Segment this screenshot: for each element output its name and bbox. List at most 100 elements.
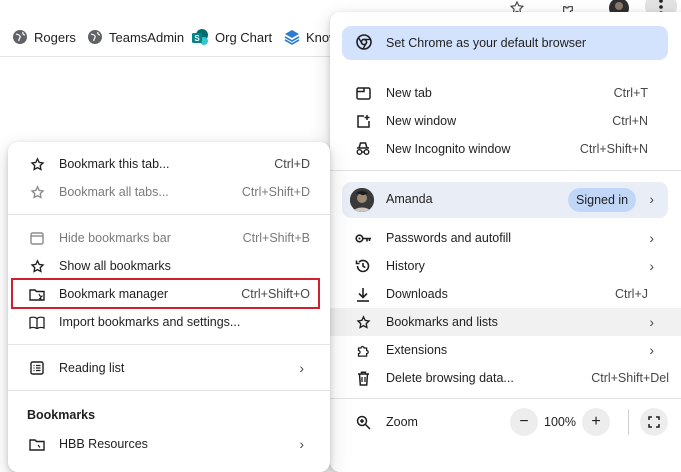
chevron-right-icon: › — [649, 230, 654, 246]
menu-item-delete-browsing-data[interactable]: Delete browsing data... Ctrl+Shift+Del — [330, 364, 681, 392]
menu-item-reading-list[interactable]: Reading list › — [8, 354, 330, 382]
download-icon — [354, 285, 372, 303]
menu-item-bookmark-manager[interactable]: Bookmark manager Ctrl+Shift+O — [8, 280, 330, 308]
menu-item-label: Hide bookmarks bar — [59, 231, 171, 245]
bookmarks-section-heading: Bookmarks — [27, 408, 96, 422]
menu-item-downloads[interactable]: Downloads Ctrl+J — [330, 280, 681, 308]
menu-item-label: Bookmark manager — [59, 287, 169, 301]
chrome-icon — [356, 33, 372, 53]
shortcut-text: Ctrl+Shift+Del — [591, 371, 669, 385]
avatar — [350, 188, 374, 212]
bookmark-label: Org Chart — [215, 29, 273, 45]
menu-item-hide-bookmarks-bar[interactable]: Hide bookmarks bar Ctrl+Shift+B — [8, 224, 330, 252]
shortcut-text: Ctrl+T — [613, 86, 648, 100]
shortcut-text: Ctrl+J — [615, 287, 648, 301]
bookmark-label: TeamsAdmin — [109, 29, 185, 45]
puzzle-icon — [354, 341, 372, 359]
star-outline-icon — [28, 183, 46, 201]
menu-item-import-bookmarks[interactable]: Import bookmarks and settings... — [8, 308, 330, 336]
menu-divider — [8, 214, 330, 215]
zoom-controls: − 100% + — [510, 408, 610, 436]
svg-text:S: S — [194, 34, 200, 43]
shortcut-text: Ctrl+Shift+D — [241, 185, 310, 199]
bookmark-rogers[interactable]: Rogers — [12, 22, 76, 52]
menu-item-label: Bookmarks and lists — [386, 315, 498, 329]
globe-icon — [88, 30, 102, 44]
shortcut-text: Ctrl+Shift+N — [579, 142, 648, 156]
zoom-icon — [354, 413, 372, 431]
signed-in-badge: Signed in — [568, 188, 637, 212]
menu-item-label: HBB Resources — [59, 437, 148, 451]
menu-item-label: Passwords and autofill — [386, 231, 512, 245]
menu-divider — [330, 170, 681, 171]
menu-divider — [8, 344, 330, 345]
menu-item-history[interactable]: History › — [330, 252, 681, 280]
profile-name: Amanda — [386, 192, 433, 206]
menu-item-new-tab[interactable]: New tab Ctrl+T — [330, 79, 681, 107]
menu-divider — [8, 390, 330, 391]
menu-item-label: History — [386, 259, 425, 273]
shortcut-text: Ctrl+D — [274, 157, 310, 171]
menu-item-label: New tab — [386, 86, 432, 100]
sharepoint-icon: S — [192, 28, 208, 45]
bookmark-teamsadmin[interactable]: TeamsAdmin — [87, 22, 184, 52]
menu-item-label: Bookmark this tab... — [59, 157, 170, 171]
fullscreen-button[interactable] — [640, 408, 668, 436]
bookmarks-bar-icon — [28, 229, 46, 247]
menu-divider — [330, 398, 681, 399]
stack-icon — [284, 30, 300, 45]
new-window-icon — [354, 112, 372, 130]
fullscreen-icon — [648, 416, 660, 428]
menu-item-folder-hbb-resources[interactable]: HBB Resources › — [8, 430, 330, 458]
zoom-value: 100% — [544, 415, 576, 429]
menu-item-passwords[interactable]: Passwords and autofill › — [330, 224, 681, 252]
chevron-right-icon: › — [649, 314, 654, 330]
menu-item-label: Bookmark all tabs... — [59, 185, 169, 199]
menu-item-label: Downloads — [386, 287, 448, 301]
menu-item-show-all-bookmarks[interactable]: Show all bookmarks — [8, 252, 330, 280]
menu-item-new-window[interactable]: New window Ctrl+N — [330, 107, 681, 135]
shortcut-text: Ctrl+Shift+O — [241, 287, 310, 301]
chevron-right-icon: › — [649, 258, 654, 274]
zoom-label: Zoom — [386, 415, 418, 429]
menu-item-label: Extensions — [386, 343, 448, 357]
key-icon — [354, 229, 372, 247]
menu-item-bookmark-all-tabs[interactable]: Bookmark all tabs... Ctrl+Shift+D — [8, 178, 330, 206]
trash-icon — [354, 369, 372, 387]
menu-item-label: Delete browsing data... — [386, 371, 514, 385]
history-icon — [354, 257, 372, 275]
star-icon — [354, 313, 372, 331]
menu-item-extensions[interactable]: Extensions › — [330, 336, 681, 364]
reading-list-icon — [28, 359, 46, 377]
chevron-right-icon: › — [649, 342, 654, 358]
menu-item-label: New Incognito window — [386, 142, 511, 156]
set-default-browser-button[interactable]: Set Chrome as your default browser — [342, 26, 668, 60]
menu-item-label: Import bookmarks and settings... — [59, 315, 241, 329]
menu-item-label: New window — [386, 114, 457, 128]
profile-row[interactable]: Amanda Signed in › — [342, 182, 668, 218]
import-book-icon — [28, 313, 46, 331]
menu-item-label: Show all bookmarks — [59, 259, 171, 273]
folder-icon — [28, 435, 46, 453]
bookmark-org-chart[interactable]: S Org Chart — [192, 22, 272, 52]
folder-manager-icon — [28, 285, 46, 303]
star-outline-icon — [28, 257, 46, 275]
menu-item-bookmark-this-tab[interactable]: Bookmark this tab... Ctrl+D — [8, 150, 330, 178]
chevron-right-icon: › — [649, 191, 654, 207]
zoom-divider — [628, 409, 629, 435]
menu-item-bookmarks-and-lists[interactable]: Bookmarks and lists › — [330, 308, 681, 336]
star-outline-icon — [28, 155, 46, 173]
menu-item-label: Reading list — [59, 361, 125, 375]
zoom-in-button[interactable]: + — [582, 408, 610, 436]
new-tab-icon — [354, 84, 372, 102]
chevron-right-icon: › — [299, 436, 304, 452]
bookmark-label: Rogers — [34, 29, 76, 45]
default-banner-label: Set Chrome as your default browser — [386, 36, 587, 50]
zoom-out-button[interactable]: − — [510, 408, 538, 436]
bookmarks-submenu: Bookmark this tab... Ctrl+D Bookmark all… — [8, 142, 330, 472]
chrome-main-menu: Set Chrome as your default browser New t… — [330, 12, 681, 472]
shortcut-text: Ctrl+N — [612, 114, 648, 128]
incognito-icon — [354, 140, 372, 158]
shortcut-text: Ctrl+Shift+B — [242, 231, 310, 245]
menu-item-new-incognito[interactable]: New Incognito window Ctrl+Shift+N — [330, 135, 681, 163]
